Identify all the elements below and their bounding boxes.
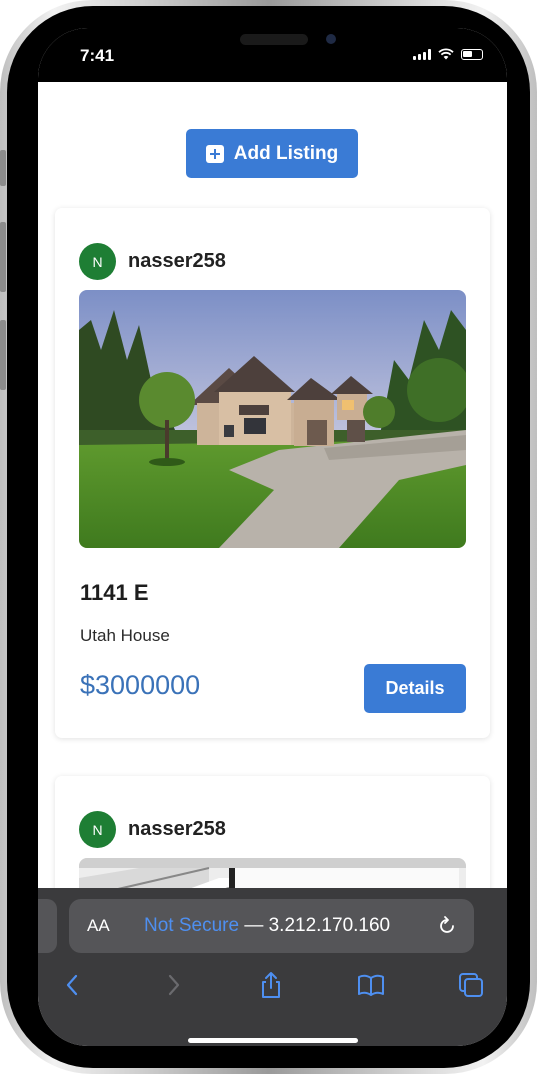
listing-owner: N nasser258 xyxy=(79,811,226,848)
front-camera xyxy=(326,34,336,44)
listing-photo[interactable] xyxy=(79,290,466,548)
listing-title: 1141 E xyxy=(80,580,149,605)
house-photo-image xyxy=(79,290,466,548)
share-icon[interactable] xyxy=(256,970,286,1000)
previous-tab-preview[interactable] xyxy=(38,899,57,953)
status-icons xyxy=(413,48,483,60)
wifi-icon xyxy=(438,48,454,60)
home-indicator[interactable] xyxy=(188,1038,358,1043)
forward-icon[interactable] xyxy=(158,970,188,1000)
status-time: 7:41 xyxy=(80,46,115,65)
listing-price: $3000000 xyxy=(80,670,201,700)
avatar: N xyxy=(79,243,116,280)
status-bar: 7:41 xyxy=(38,28,507,82)
add-listing-label: Add Listing xyxy=(233,142,339,164)
url-host: 3.212.170.160 xyxy=(268,915,391,936)
url-display[interactable]: Not Secure — 3.212.170.160 xyxy=(144,915,390,937)
details-button[interactable]: Details xyxy=(364,664,466,713)
listing-owner: N nasser258 xyxy=(79,243,226,280)
owner-username: nasser258 xyxy=(128,250,226,272)
listing-description: Utah House xyxy=(80,626,170,645)
add-listing-button[interactable]: Add Listing xyxy=(186,129,358,178)
browser-toolbar xyxy=(38,966,507,1010)
not-secure-label: Not Secure xyxy=(144,915,240,936)
back-icon[interactable] xyxy=(58,970,88,1000)
cellular-signal-icon xyxy=(413,48,431,60)
reader-settings-button[interactable]: AA xyxy=(87,916,110,936)
volume-down-button xyxy=(0,320,6,390)
browser-bottom-bar: AA Not Secure — 3.212.170.160 xyxy=(38,888,507,1046)
address-bar[interactable]: AA Not Secure — 3.212.170.160 xyxy=(69,899,474,953)
volume-up-button xyxy=(0,222,6,292)
phone-frame: 7:41 Add Listing N nasser258 1141 E Utah… xyxy=(0,0,537,1074)
tabs-icon[interactable] xyxy=(456,970,486,1000)
avatar: N xyxy=(79,811,116,848)
page-content: Add Listing N nasser258 1141 E Utah Hous… xyxy=(38,82,507,916)
reload-icon[interactable] xyxy=(436,915,458,937)
bookmarks-icon[interactable] xyxy=(356,970,386,1000)
plus-square-icon xyxy=(205,144,224,163)
owner-username: nasser258 xyxy=(128,818,226,840)
speaker-notch xyxy=(240,34,308,45)
mute-switch xyxy=(0,150,6,186)
listing-card: N nasser258 xyxy=(55,208,490,738)
screen: 7:41 Add Listing N nasser258 1141 E Utah… xyxy=(38,28,507,1046)
battery-icon xyxy=(461,48,483,60)
url-separator: — xyxy=(239,915,269,936)
